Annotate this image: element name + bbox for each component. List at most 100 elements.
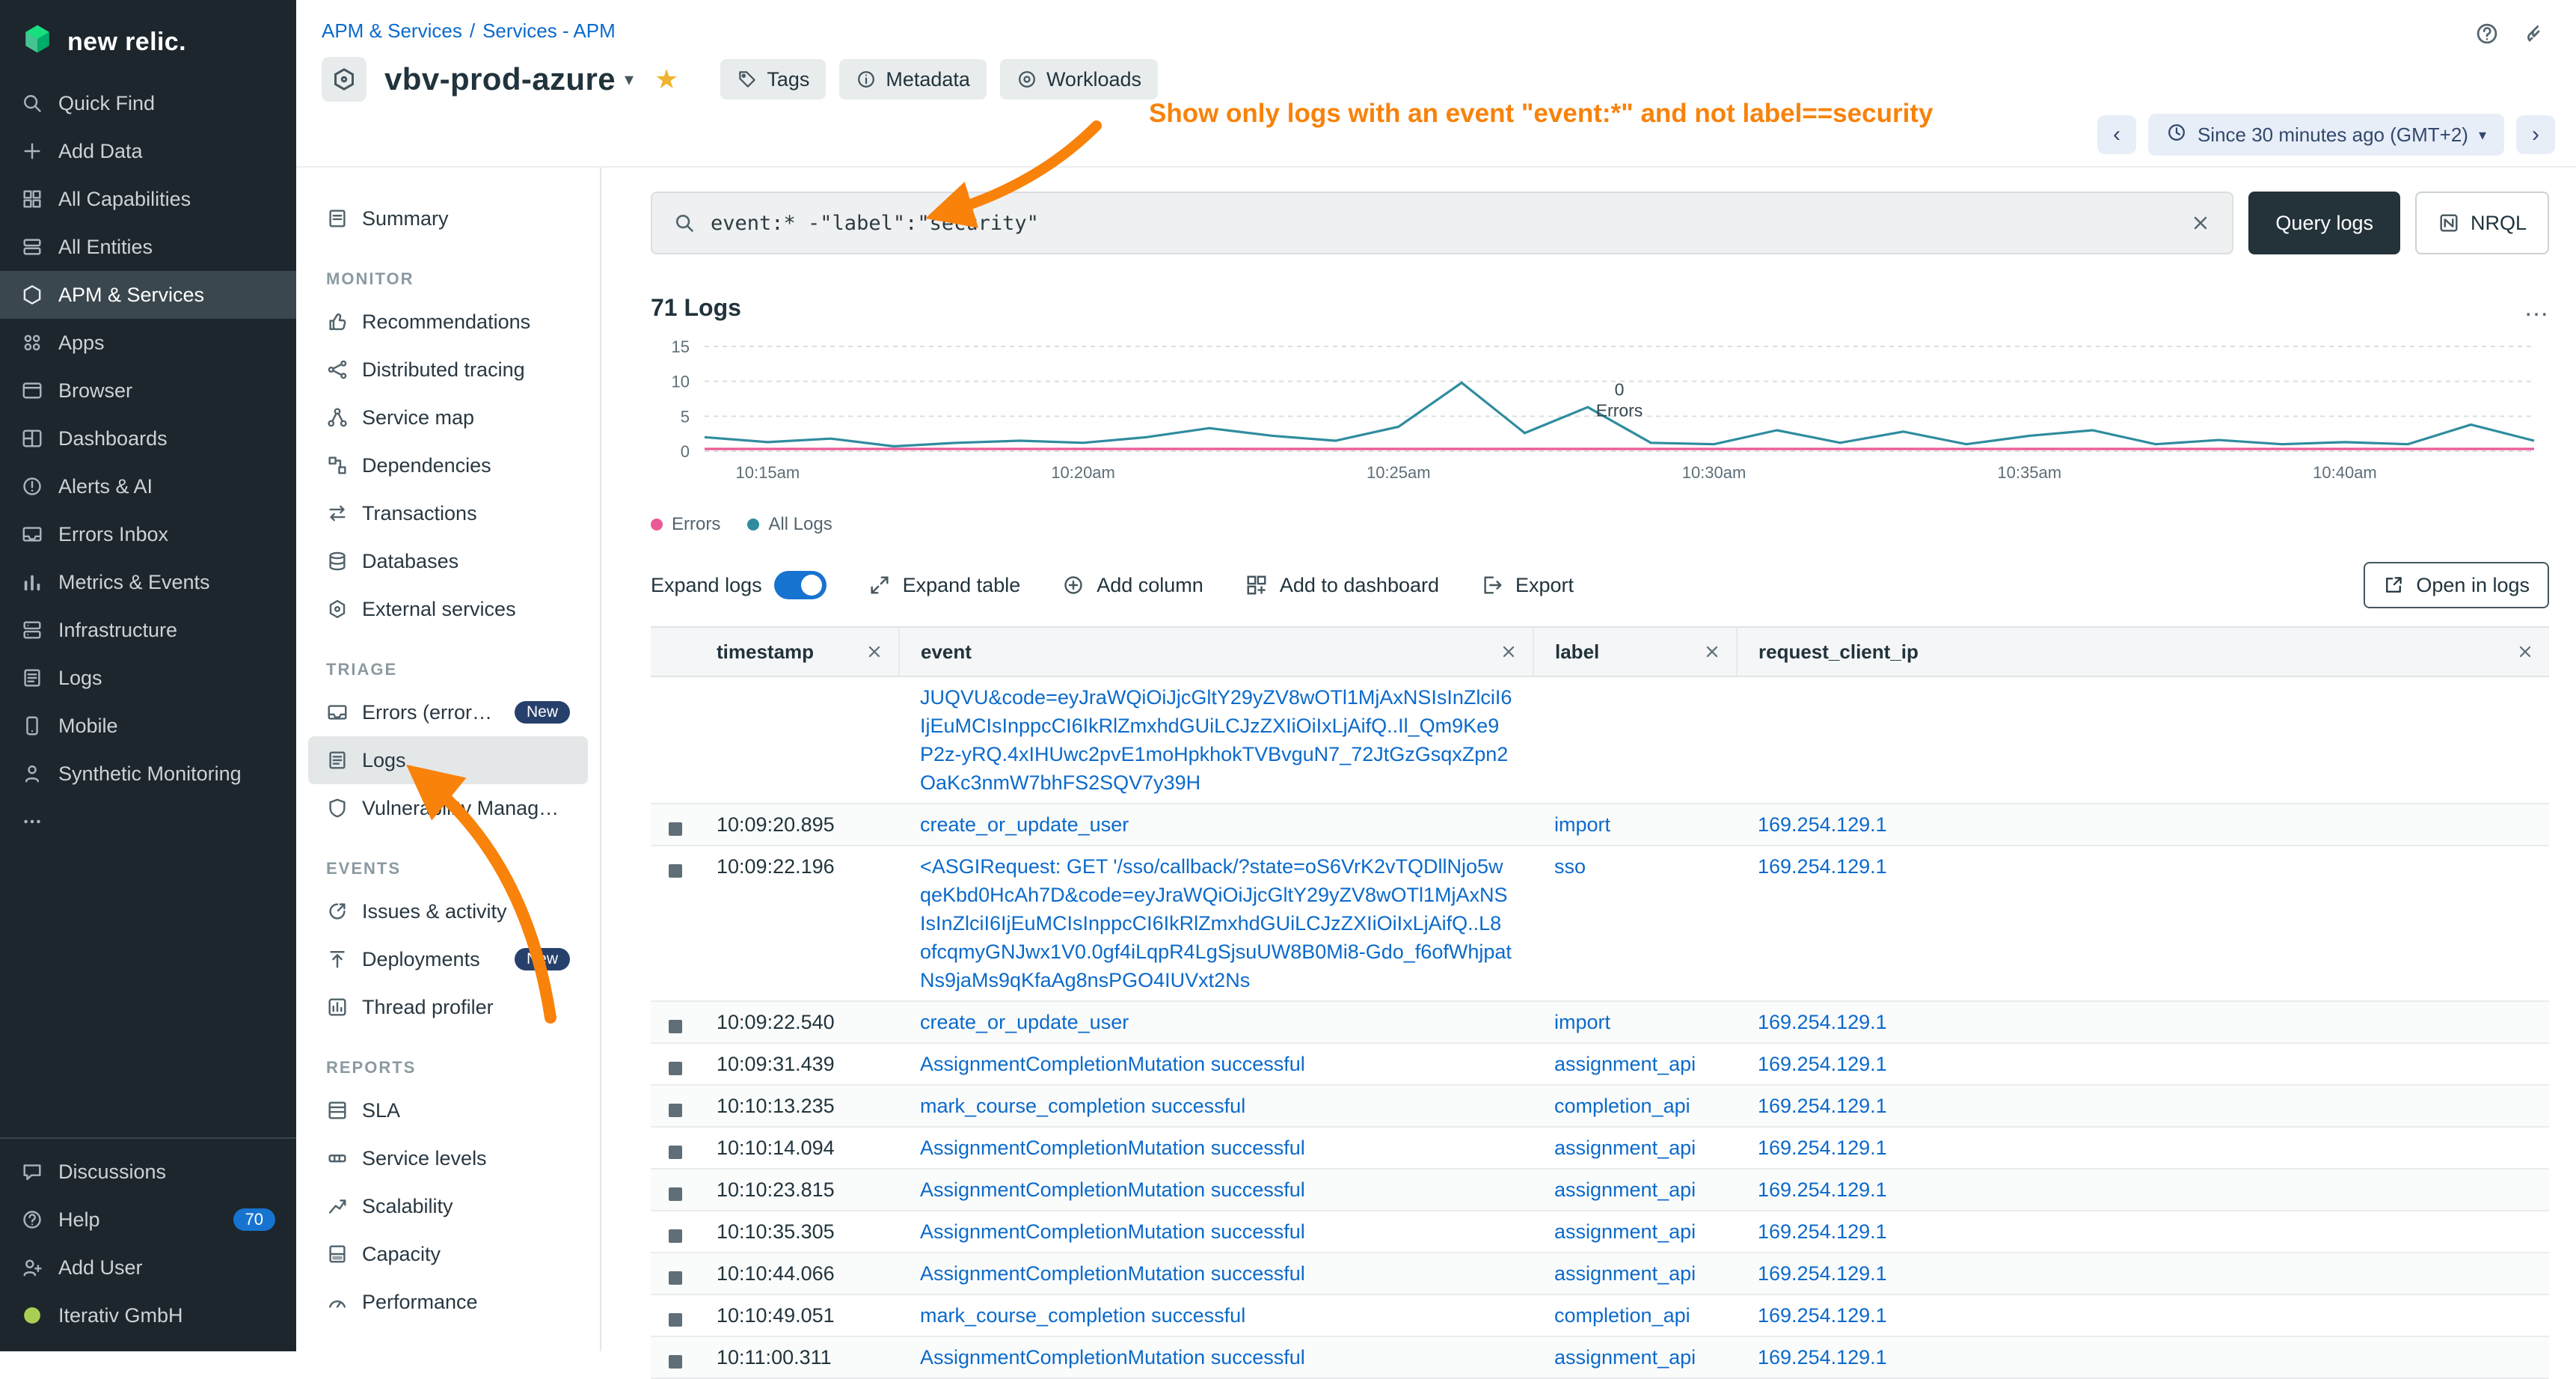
subnav-item-service-levels[interactable]: Service levels [308, 1134, 588, 1182]
label-link[interactable]: assignment_api [1554, 1178, 1696, 1201]
breadcrumb-link-services-apm[interactable]: Services - APM [482, 19, 616, 42]
subnav-item-performance[interactable]: Performance [308, 1278, 588, 1326]
sidebar-item-logs[interactable]: Logs [0, 654, 296, 702]
metadata-button[interactable]: Metadata [839, 59, 987, 100]
permalink-icon[interactable] [2524, 21, 2549, 46]
ip-link[interactable]: 169.254.129.1 [1758, 1304, 1887, 1327]
subnav-item-vulnerability-management[interactable]: Vulnerability Management [308, 784, 588, 832]
subnav-item-recommendations[interactable]: Recommendations [308, 298, 588, 346]
row-checkbox[interactable] [669, 1229, 682, 1243]
row-checkbox[interactable] [669, 1062, 682, 1075]
row-checkbox[interactable] [669, 1146, 682, 1159]
subnav-item-distributed-tracing[interactable]: Distributed tracing [308, 346, 588, 394]
table-row[interactable]: 10:11:00.311AssignmentCompletionMutation… [651, 1336, 2549, 1378]
query-logs-button[interactable]: Query logs [2248, 192, 2400, 254]
sidebar-item-browser[interactable]: Browser [0, 367, 296, 415]
row-checkbox[interactable] [669, 864, 682, 878]
event-link[interactable]: AssignmentCompletionMutation successful [920, 1262, 1305, 1285]
subnav-item-capacity[interactable]: Capacity [308, 1230, 588, 1278]
help-circle-icon[interactable] [2474, 21, 2500, 46]
column-header-request-client-ip[interactable]: request_client_ip [1737, 627, 2549, 676]
sidebar-item-add-data[interactable]: Add Data [0, 127, 296, 175]
table-row[interactable]: 10:09:22.540create_or_update_userimport1… [651, 1001, 2549, 1043]
sidebar-item-iterativ-gmbh[interactable]: Iterativ GmbH [0, 1291, 296, 1339]
column-header-timestamp[interactable]: timestamp [696, 627, 899, 676]
row-checkbox[interactable] [669, 1104, 682, 1117]
label-link[interactable]: assignment_api [1554, 1053, 1696, 1075]
event-link[interactable]: mark_course_completion successful [920, 1095, 1245, 1117]
label-link[interactable]: assignment_api [1554, 1346, 1696, 1369]
event-link[interactable]: <ASGIRequest: GET '/sso/callback/?state=… [920, 855, 1512, 991]
ip-link[interactable]: 169.254.129.1 [1758, 1346, 1887, 1369]
table-row[interactable]: 10:09:31.439AssignmentCompletionMutation… [651, 1043, 2549, 1085]
row-checkbox[interactable] [669, 1271, 682, 1285]
sidebar-item-all-capabilities[interactable]: All Capabilities [0, 175, 296, 223]
table-row[interactable]: 10:10:14.094AssignmentCompletionMutation… [651, 1127, 2549, 1169]
event-link[interactable]: AssignmentCompletionMutation successful [920, 1220, 1305, 1243]
sidebar-item-apm-services[interactable]: APM & Services [0, 271, 296, 319]
time-picker[interactable]: Since 30 minutes ago (GMT+2) ▾ [2148, 114, 2504, 156]
subnav-item-summary[interactable]: Summary [308, 195, 588, 242]
label-link[interactable]: sso [1554, 855, 1586, 878]
subnav-item-scalability[interactable]: Scalability [308, 1182, 588, 1230]
table-row[interactable]: 10:10:23.815AssignmentCompletionMutation… [651, 1169, 2549, 1211]
sidebar-item-apps[interactable]: Apps [0, 319, 296, 367]
clear-query-icon[interactable] [2190, 212, 2211, 233]
row-checkbox[interactable] [669, 1355, 682, 1369]
ip-link[interactable]: 169.254.129.1 [1758, 1011, 1887, 1033]
row-checkbox[interactable] [669, 1187, 682, 1201]
row-checkbox[interactable] [669, 1313, 682, 1327]
time-back-button[interactable]: ‹ [2097, 115, 2136, 154]
sidebar-item-mobile[interactable]: Mobile [0, 702, 296, 750]
entity-switcher-chevron-icon[interactable]: ▾ [625, 69, 634, 91]
subnav-item-service-map[interactable]: Service map [308, 394, 588, 441]
legend-all-logs[interactable]: All Logs [747, 514, 832, 535]
ip-link[interactable]: 169.254.129.1 [1758, 855, 1887, 878]
subnav-item-thread-profiler[interactable]: Thread profiler [308, 983, 588, 1031]
sidebar-item-errors-inbox[interactable]: Errors Inbox [0, 510, 296, 558]
event-link[interactable]: AssignmentCompletionMutation successful [920, 1137, 1305, 1159]
column-header-event[interactable]: event [899, 627, 1533, 676]
subnav-item-deployments[interactable]: DeploymentsNew [308, 935, 588, 983]
time-forward-button[interactable]: › [2516, 115, 2555, 154]
remove-request-client-ip-column-icon[interactable] [2516, 643, 2534, 661]
label-link[interactable]: assignment_api [1554, 1137, 1696, 1159]
label-link[interactable]: completion_api [1554, 1304, 1690, 1327]
subnav-item-logs[interactable]: Logs [308, 736, 588, 784]
table-row[interactable]: 10:09:20.895create_or_update_userimport1… [651, 804, 2549, 846]
sidebar-item-dashboards[interactable]: Dashboards [0, 415, 296, 462]
table-row[interactable]: 10:10:49.051mark_course_completion succe… [651, 1294, 2549, 1336]
nrql-button[interactable]: NRQL [2415, 192, 2549, 254]
add-to-dashboard-button[interactable]: Add to dashboard [1245, 574, 1439, 597]
sidebar-item-metrics-events[interactable]: Metrics & Events [0, 558, 296, 606]
row-checkbox[interactable] [669, 822, 682, 836]
ip-link[interactable]: 169.254.129.1 [1758, 1262, 1887, 1285]
ip-link[interactable]: 169.254.129.1 [1758, 1220, 1887, 1243]
export-button[interactable]: Export [1481, 574, 1574, 597]
table-row[interactable]: JUQVU&code=eyJraWQiOiJjcGltY29yZV8wOTl1M… [651, 676, 2549, 804]
log-query-input[interactable] [711, 212, 2175, 235]
label-link[interactable]: import [1554, 813, 1610, 836]
ip-link[interactable]: 169.254.129.1 [1758, 813, 1887, 836]
label-link[interactable]: assignment_api [1554, 1220, 1696, 1243]
label-link[interactable]: import [1554, 1011, 1610, 1033]
sidebar-item-alerts-ai[interactable]: Alerts & AI [0, 462, 296, 510]
table-row[interactable]: 10:09:22.196<ASGIRequest: GET '/sso/call… [651, 846, 2549, 1001]
event-link[interactable]: AssignmentCompletionMutation successful [920, 1178, 1305, 1201]
subnav-item-errors-errors-inb[interactable]: Errors (errors inb...New [308, 688, 588, 736]
ip-link[interactable]: 169.254.129.1 [1758, 1053, 1887, 1075]
add-column-button[interactable]: Add column [1062, 574, 1203, 597]
table-row[interactable]: 10:10:35.305AssignmentCompletionMutation… [651, 1211, 2549, 1253]
event-link[interactable]: JUQVU&code=eyJraWQiOiJjcGltY29yZV8wOTl1M… [920, 686, 1512, 794]
remove-label-column-icon[interactable] [1703, 643, 1721, 661]
label-link[interactable]: assignment_api [1554, 1262, 1696, 1285]
sidebar-item-quick-find[interactable]: Quick Find [0, 79, 296, 127]
workloads-button[interactable]: Workloads [1000, 59, 1158, 100]
ip-link[interactable]: 169.254.129.1 [1758, 1178, 1887, 1201]
open-in-logs-button[interactable]: Open in logs [2364, 562, 2549, 608]
expand-table-button[interactable]: Expand table [868, 574, 1021, 597]
sidebar-item-synthetic-monitoring[interactable]: Synthetic Monitoring [0, 750, 296, 798]
remove-event-column-icon[interactable] [1500, 643, 1518, 661]
favorite-star-icon[interactable]: ★ [654, 64, 678, 95]
event-link[interactable]: mark_course_completion successful [920, 1304, 1245, 1327]
